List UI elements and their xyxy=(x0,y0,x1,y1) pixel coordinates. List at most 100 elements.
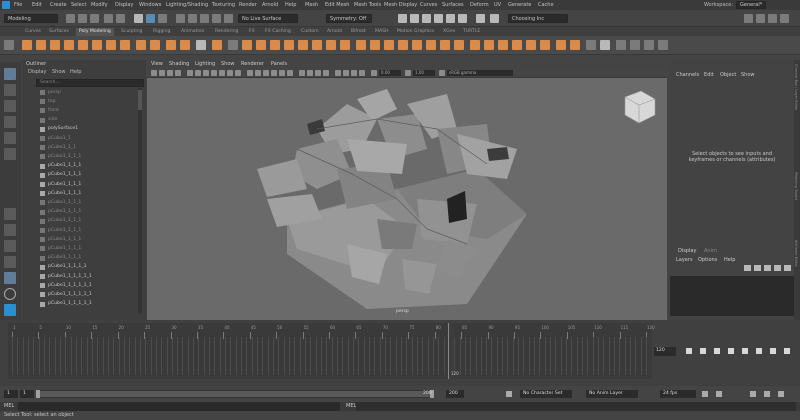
shelf-tab-poly-modeling[interactable]: Poly Modeling xyxy=(76,28,114,36)
outliner-item[interactable]: pCube1_1_1_1_1_1 xyxy=(36,281,154,290)
textured-icon[interactable] xyxy=(271,70,277,76)
insert-edge-loop-icon[interactable] xyxy=(398,40,408,50)
hypershade-icon[interactable] xyxy=(434,14,443,23)
step-forward-key-icon[interactable] xyxy=(770,348,776,354)
shelf-tab-xgen[interactable]: XGen xyxy=(440,28,458,36)
animation-start-field[interactable]: 1 xyxy=(4,390,18,398)
outliner-item[interactable]: pCube1_1_1_1 xyxy=(36,217,154,226)
outliner-menu-help[interactable]: Help xyxy=(70,69,81,75)
extrude-icon[interactable] xyxy=(270,40,280,50)
layer-menu-options[interactable]: Options xyxy=(698,257,717,263)
command-language-label[interactable]: MEL xyxy=(4,403,14,409)
viewport-canvas[interactable]: persp xyxy=(147,79,667,320)
use-all-lights-icon[interactable] xyxy=(279,70,285,76)
poly-torus-icon[interactable] xyxy=(78,40,88,50)
connect-icon[interactable] xyxy=(484,40,494,50)
save-scene-icon[interactable] xyxy=(90,14,99,23)
safe-action-icon[interactable] xyxy=(227,70,233,76)
automatic-uv-icon[interactable] xyxy=(600,40,610,50)
snap-live-icon[interactable] xyxy=(224,14,233,23)
resolution-gate-icon[interactable] xyxy=(203,70,209,76)
poke-icon[interactable] xyxy=(426,40,436,50)
outliner-scrollbar[interactable] xyxy=(138,88,142,314)
outliner-item[interactable]: polySurface1 xyxy=(36,125,154,134)
menu-display[interactable]: Display xyxy=(115,2,133,8)
shelf-tab-curves[interactable]: Curves xyxy=(22,28,44,36)
shelf-tab-bifrost[interactable]: Bifrost xyxy=(348,28,369,36)
bridge-icon[interactable] xyxy=(284,40,294,50)
time-slider-track[interactable]: 1 5 10 15 20 25 30 35 40 45 50 55 60 65 70 75 80 85 90 95 10… xyxy=(8,323,655,379)
spin-edge-icon[interactable] xyxy=(556,40,566,50)
menu-help[interactable]: Help xyxy=(285,2,296,8)
play-backwards-icon[interactable] xyxy=(728,348,734,354)
current-frame-field[interactable]: 120 xyxy=(654,347,676,356)
outliner-item[interactable]: pCube1_1_1_1 xyxy=(36,189,154,198)
tool-settings-icon[interactable] xyxy=(780,14,789,23)
scale-tool-icon[interactable] xyxy=(4,148,16,160)
merge-icon[interactable] xyxy=(340,40,350,50)
outliner-item[interactable]: pCube1_1 xyxy=(36,134,154,143)
viewport-menu-panels[interactable]: Panels xyxy=(271,61,287,67)
menu-mesh-display[interactable]: Mesh Display xyxy=(384,2,417,8)
channelbox-tab-edit[interactable]: Edit xyxy=(704,72,714,78)
multisample-aa-icon[interactable] xyxy=(315,70,321,76)
outliner-menu-display[interactable]: Display xyxy=(28,69,46,75)
viewport-panel[interactable]: View Shading Lighting Show Renderer Pane… xyxy=(147,60,667,320)
side-tab-modeling-toolkit[interactable]: Modeling Toolkit xyxy=(794,172,798,200)
shelf-tab-turtle[interactable]: TURTLE xyxy=(460,28,483,36)
menu-windows[interactable]: Windows xyxy=(139,2,161,8)
range-start-handle[interactable] xyxy=(36,390,40,398)
outliner-item[interactable]: pCube1_1_1_1 xyxy=(36,208,154,217)
four-view-icon[interactable] xyxy=(4,224,16,236)
retopologize-icon[interactable] xyxy=(644,40,654,50)
menu-file[interactable]: File xyxy=(14,2,22,8)
viewport-menu-show[interactable]: Show xyxy=(221,61,235,67)
wireframe-icon[interactable] xyxy=(247,70,253,76)
go-to-start-icon[interactable] xyxy=(686,348,692,354)
detach-icon[interactable] xyxy=(498,40,508,50)
bookmark-icon[interactable] xyxy=(167,70,173,76)
sweep-mesh-icon[interactable] xyxy=(150,40,160,50)
anim-prefs-icon[interactable] xyxy=(778,391,784,397)
workspace-dropdown[interactable]: General* xyxy=(736,1,767,9)
offset-edge-loop-icon[interactable] xyxy=(412,40,422,50)
motion-blur-icon[interactable] xyxy=(307,70,313,76)
outliner-scroll-thumb[interactable] xyxy=(138,90,142,110)
image-plane-icon[interactable] xyxy=(175,70,181,76)
wedge-icon[interactable] xyxy=(440,40,450,50)
soft-select-icon[interactable] xyxy=(616,40,626,50)
side-tab-channel-box[interactable]: Channel Box / Layer Editor xyxy=(794,64,798,111)
platonic-solid-icon[interactable] xyxy=(120,40,130,50)
menu-uv[interactable]: UV xyxy=(494,2,501,8)
outliner-item[interactable]: pCube1_1_1 xyxy=(36,143,154,152)
menu-mesh-tools[interactable]: Mesh Tools xyxy=(354,2,381,8)
move-tool-icon[interactable] xyxy=(4,116,16,128)
arnold-ipr-icon[interactable] xyxy=(490,14,499,23)
shelf-tab-mash[interactable]: MASH xyxy=(372,28,391,36)
select-component-icon[interactable] xyxy=(158,14,167,23)
shelf-tab-custom[interactable]: Custom xyxy=(298,28,322,36)
menu-deform[interactable]: Deform xyxy=(470,2,489,8)
camera-attributes-icon[interactable] xyxy=(159,70,165,76)
menu-generate[interactable]: Generate xyxy=(508,2,531,8)
outliner-item[interactable]: pCube1_1_1_1 xyxy=(36,235,154,244)
select-tool-icon[interactable] xyxy=(4,68,16,80)
screen-space-ao-icon[interactable] xyxy=(299,70,305,76)
shelf-tab-rendering[interactable]: Rendering xyxy=(212,28,241,36)
side-tab-attribute-editor[interactable]: Attribute Editor xyxy=(794,240,798,267)
snap-point-icon[interactable] xyxy=(200,14,209,23)
film-gate-icon[interactable] xyxy=(195,70,201,76)
sidebar-toggle-icon[interactable] xyxy=(744,14,753,23)
outliner-item[interactable]: pCube1_1_1_1 xyxy=(36,198,154,207)
viewport-menu-renderer[interactable]: Renderer xyxy=(241,61,264,67)
boolean-icon[interactable] xyxy=(242,40,252,50)
poly-plane-icon[interactable] xyxy=(92,40,102,50)
sound-icon[interactable] xyxy=(750,391,756,397)
time-slider[interactable]: 1 5 10 15 20 25 30 35 40 45 50 55 60 65 70 75 80 85 90 95 10… xyxy=(0,320,800,386)
menu-edit-mesh[interactable]: Edit Mesh xyxy=(325,2,349,8)
poly-cube-icon[interactable] xyxy=(36,40,46,50)
mirror-icon[interactable] xyxy=(256,40,266,50)
outliner-item[interactable]: side xyxy=(36,116,154,125)
open-scene-icon[interactable] xyxy=(78,14,87,23)
ipr-render-icon[interactable] xyxy=(410,14,419,23)
